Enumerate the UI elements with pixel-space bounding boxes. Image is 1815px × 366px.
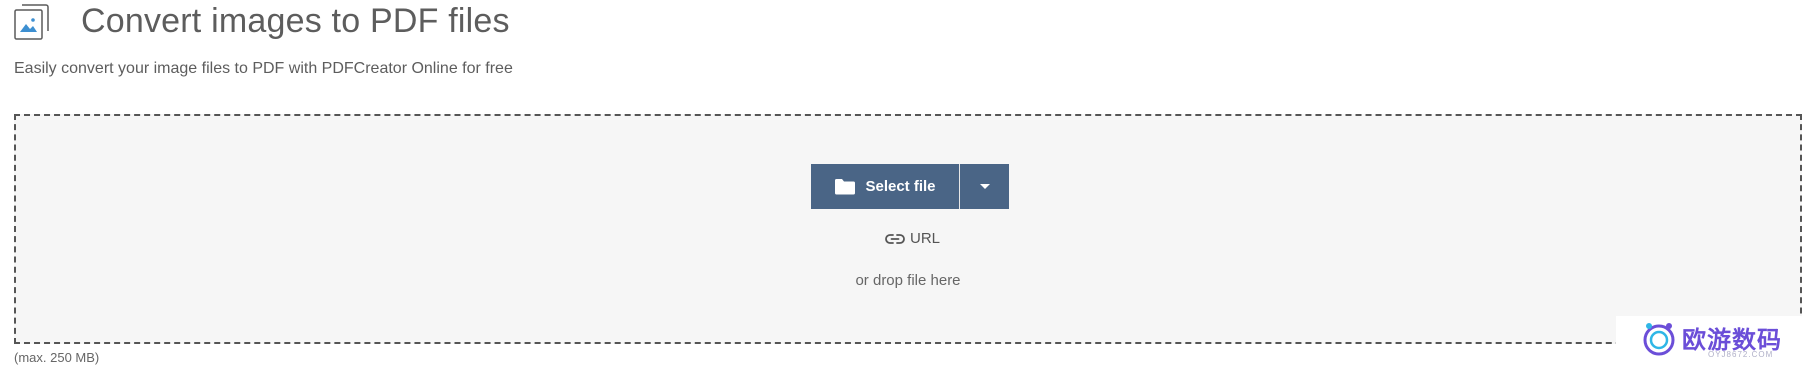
page-header	[14, 4, 50, 40]
caret-down-icon	[979, 184, 990, 189]
page-subtitle: Easily convert your image files to PDF w…	[14, 60, 513, 77]
select-file-button-group: Select file	[811, 164, 1009, 209]
url-upload-link[interactable]: URL	[885, 230, 940, 247]
url-label: URL	[910, 230, 941, 247]
folder-icon	[834, 178, 856, 195]
link-icon	[885, 233, 905, 244]
watermark-subtext: OYJ8672.COM	[1708, 350, 1774, 359]
max-file-size: (max. 250 MB)	[14, 350, 100, 365]
drop-hint: or drop file here	[855, 272, 961, 289]
image-file-icon	[14, 4, 50, 40]
upload-options-dropdown-button[interactable]	[960, 164, 1009, 209]
select-file-button[interactable]: Select file	[811, 164, 959, 209]
file-dropzone[interactable]: Select file URL or drop file here	[14, 114, 1802, 344]
watermark-logo-icon	[1640, 320, 1678, 363]
watermark: 欧游数码 OYJ8672.COM	[1616, 316, 1812, 366]
page-title: Convert images to PDF files	[81, 2, 510, 40]
select-file-label: Select file	[865, 178, 936, 195]
